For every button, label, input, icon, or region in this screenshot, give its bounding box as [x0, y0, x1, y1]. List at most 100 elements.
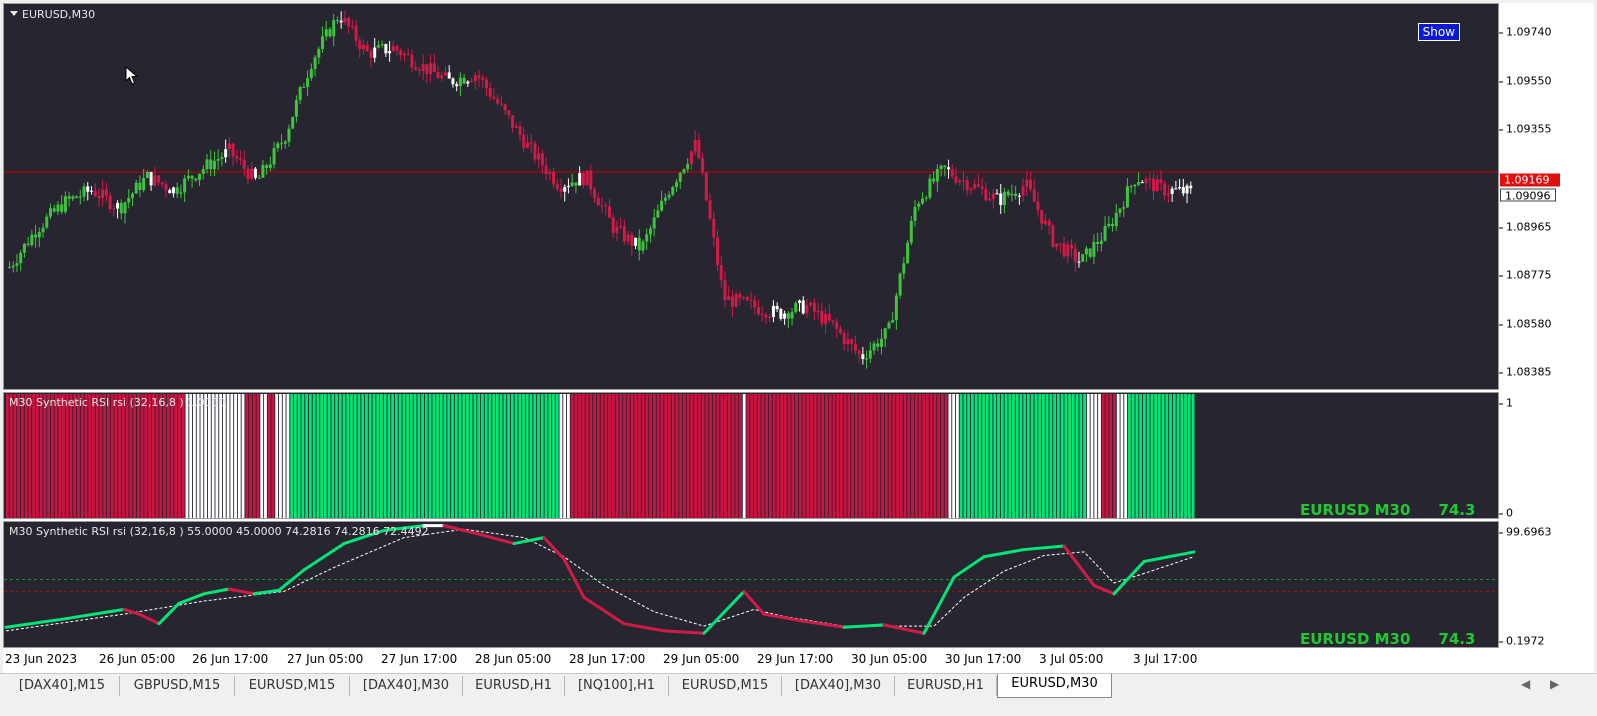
histogram-bar: [106, 394, 110, 518]
candle: [365, 40, 369, 53]
histogram-bar: [342, 394, 346, 518]
candle: [291, 116, 295, 130]
candle: [183, 174, 187, 203]
candle: [1107, 216, 1111, 229]
candle: [630, 231, 634, 256]
histogram-bar: [955, 394, 959, 518]
candle: [15, 254, 19, 272]
histogram-bar: [705, 394, 709, 518]
price-axis[interactable]: 1.09740 1.09550 1.09355 1.08965 1.08775 …: [1499, 3, 1594, 390]
candle: [973, 178, 977, 191]
histogram-bar: [499, 394, 503, 518]
price-chart-pane[interactable]: EURUSD,M30 Show: [3, 3, 1499, 390]
histogram-bar: [959, 394, 963, 518]
histogram-bar: [163, 394, 166, 518]
candle: [373, 38, 377, 63]
histogram-bar: [402, 394, 406, 518]
candle: [716, 230, 720, 272]
histogram-bar: [1139, 394, 1143, 518]
tab-eurusd-m15[interactable]: EURUSD,M15: [235, 676, 350, 696]
candle: [917, 200, 921, 211]
tab-dax40-m30[interactable]: [DAX40],M30: [782, 676, 895, 696]
histogram-bar: [1049, 394, 1053, 518]
histogram-bar: [630, 394, 634, 518]
tab-eurusd-h1[interactable]: EURUSD,H1: [463, 676, 565, 696]
candle: [745, 295, 749, 302]
histogram-bar: [9, 394, 13, 518]
histogram-bar: [133, 394, 136, 518]
collapse-triangle-icon[interactable]: [10, 11, 18, 16]
histogram-bar: [1068, 394, 1071, 518]
histogram-bar: [1184, 394, 1187, 518]
candle: [853, 335, 857, 356]
candle: [227, 137, 231, 158]
histogram-bar: [394, 394, 398, 518]
histogram-bar: [170, 394, 174, 518]
histogram-bar: [810, 394, 813, 518]
candle: [522, 126, 526, 153]
candle: [142, 169, 146, 193]
candle: [872, 340, 876, 355]
candle: [641, 239, 645, 254]
candle: [734, 291, 738, 308]
histogram-bar: [136, 394, 140, 518]
tab-eurusd-m30[interactable]: EURUSD,M30: [997, 674, 1112, 698]
current-price-tag: 1.09096: [1500, 188, 1556, 203]
histogram-bar: [985, 394, 989, 518]
tab-nq100-h1[interactable]: [NQ100],H1: [565, 676, 669, 696]
tab-scroll-right-icon[interactable]: ▶: [1550, 677, 1559, 691]
time-tick: 27 Jun 17:00: [381, 652, 458, 666]
candle: [75, 195, 79, 199]
candle: [660, 190, 664, 212]
histogram-bar: [682, 394, 686, 518]
histogram-bar: [742, 394, 746, 518]
tab-gbpusd-m15[interactable]: GBPUSD,M15: [120, 676, 235, 696]
symbol-title[interactable]: EURUSD,M30: [10, 8, 95, 21]
candle: [1006, 189, 1010, 198]
candle: [179, 184, 183, 199]
histogram-bar: [406, 394, 410, 518]
rsi-histogram-pane[interactable]: M30 Synthetic RSI rsi (32,16,8 ) 1.0000 …: [3, 392, 1499, 519]
candle: [1077, 251, 1081, 268]
histogram-bar: [95, 394, 99, 518]
rsi-oscillator-pane[interactable]: M30 Synthetic RSI rsi (32,16,8 ) 55.0000…: [3, 521, 1499, 648]
candlestick-chart[interactable]: [4, 4, 1499, 390]
histogram-bar: [1109, 394, 1113, 518]
candle: [194, 177, 198, 182]
tab-eurusd-h1[interactable]: EURUSD,H1: [895, 676, 997, 696]
histogram-bar: [110, 394, 114, 518]
candle: [321, 26, 325, 53]
tab-scroll-left-icon[interactable]: ◀: [1521, 677, 1530, 691]
histogram-bar: [417, 394, 421, 518]
rsi-line-segment: [622, 622, 666, 633]
histogram-bar: [62, 394, 65, 518]
histogram-bar: [529, 394, 533, 518]
histogram-bar: [290, 394, 294, 518]
tab-eurusd-m15[interactable]: EURUSD,M15: [669, 676, 782, 696]
candle: [317, 46, 321, 64]
candle: [950, 163, 954, 179]
tab-dax40-m30[interactable]: [DAX40],M30: [350, 676, 463, 696]
histogram-bar: [252, 394, 256, 518]
histogram-bar: [1135, 394, 1139, 518]
histogram-bar: [73, 394, 77, 518]
histogram-bar: [768, 394, 772, 518]
histogram-bar: [727, 394, 731, 518]
tab-dax40-m15[interactable]: [DAX40],M15: [5, 676, 120, 696]
time-axis[interactable]: 23 Jun 2023 26 Jun 05:00 26 Jun 17:00 27…: [3, 648, 1499, 670]
show-button[interactable]: Show: [1417, 23, 1460, 41]
histogram-bar: [312, 394, 316, 518]
histogram-bar: [552, 394, 555, 518]
time-tick: 23 Jun 2023: [5, 652, 78, 666]
candle: [525, 134, 529, 149]
candle: [1043, 214, 1047, 226]
candle: [257, 174, 261, 179]
histogram-bar: [1098, 394, 1101, 518]
candle: [19, 249, 23, 272]
candle: [335, 16, 339, 25]
histogram-bar: [1064, 394, 1068, 518]
candle: [1021, 178, 1025, 202]
histogram-bar: [331, 394, 335, 518]
candle: [798, 299, 801, 312]
histogram-bar: [50, 394, 54, 518]
